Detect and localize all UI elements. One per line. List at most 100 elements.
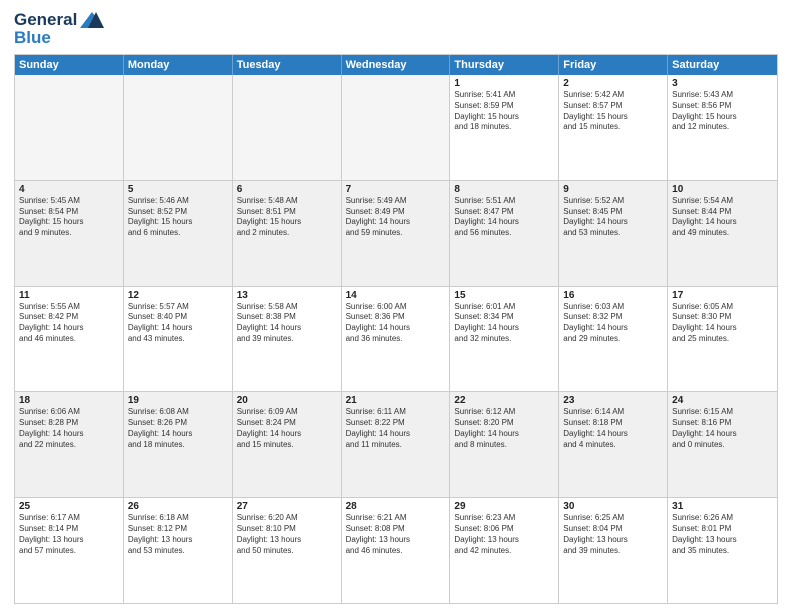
logo-general-text: General bbox=[14, 10, 77, 30]
day-number: 3 bbox=[672, 78, 773, 89]
cell-info: Sunrise: 6:18 AM Sunset: 8:12 PM Dayligh… bbox=[128, 513, 228, 556]
day-number: 29 bbox=[454, 501, 554, 512]
calendar-cell-empty-0-0 bbox=[15, 75, 124, 180]
day-number: 1 bbox=[454, 78, 554, 89]
calendar-header-cell-sunday: Sunday bbox=[15, 55, 124, 75]
calendar-cell-9: 9Sunrise: 5:52 AM Sunset: 8:45 PM Daylig… bbox=[559, 181, 668, 286]
cell-info: Sunrise: 6:09 AM Sunset: 8:24 PM Dayligh… bbox=[237, 407, 337, 450]
calendar-header-cell-tuesday: Tuesday bbox=[233, 55, 342, 75]
cell-info: Sunrise: 6:20 AM Sunset: 8:10 PM Dayligh… bbox=[237, 513, 337, 556]
day-number: 15 bbox=[454, 290, 554, 301]
day-number: 17 bbox=[672, 290, 773, 301]
calendar-cell-26: 26Sunrise: 6:18 AM Sunset: 8:12 PM Dayli… bbox=[124, 498, 233, 603]
day-number: 9 bbox=[563, 184, 663, 195]
day-number: 5 bbox=[128, 184, 228, 195]
cell-info: Sunrise: 5:54 AM Sunset: 8:44 PM Dayligh… bbox=[672, 196, 773, 239]
cell-info: Sunrise: 6:01 AM Sunset: 8:34 PM Dayligh… bbox=[454, 302, 554, 345]
day-number: 11 bbox=[19, 290, 119, 301]
calendar-cell-20: 20Sunrise: 6:09 AM Sunset: 8:24 PM Dayli… bbox=[233, 392, 342, 497]
day-number: 18 bbox=[19, 395, 119, 406]
calendar-header-cell-thursday: Thursday bbox=[450, 55, 559, 75]
day-number: 8 bbox=[454, 184, 554, 195]
cell-info: Sunrise: 5:46 AM Sunset: 8:52 PM Dayligh… bbox=[128, 196, 228, 239]
calendar-cell-21: 21Sunrise: 6:11 AM Sunset: 8:22 PM Dayli… bbox=[342, 392, 451, 497]
day-number: 19 bbox=[128, 395, 228, 406]
day-number: 7 bbox=[346, 184, 446, 195]
day-number: 23 bbox=[563, 395, 663, 406]
calendar-cell-empty-0-1 bbox=[124, 75, 233, 180]
calendar-row-3: 11Sunrise: 5:55 AM Sunset: 8:42 PM Dayli… bbox=[15, 287, 777, 393]
calendar-cell-15: 15Sunrise: 6:01 AM Sunset: 8:34 PM Dayli… bbox=[450, 287, 559, 392]
day-number: 21 bbox=[346, 395, 446, 406]
day-number: 14 bbox=[346, 290, 446, 301]
calendar-cell-14: 14Sunrise: 6:00 AM Sunset: 8:36 PM Dayli… bbox=[342, 287, 451, 392]
calendar-row-1: 1Sunrise: 5:41 AM Sunset: 8:59 PM Daylig… bbox=[15, 75, 777, 181]
cell-info: Sunrise: 5:41 AM Sunset: 8:59 PM Dayligh… bbox=[454, 90, 554, 133]
calendar-cell-11: 11Sunrise: 5:55 AM Sunset: 8:42 PM Dayli… bbox=[15, 287, 124, 392]
day-number: 28 bbox=[346, 501, 446, 512]
day-number: 16 bbox=[563, 290, 663, 301]
calendar-cell-19: 19Sunrise: 6:08 AM Sunset: 8:26 PM Dayli… bbox=[124, 392, 233, 497]
day-number: 24 bbox=[672, 395, 773, 406]
cell-info: Sunrise: 6:00 AM Sunset: 8:36 PM Dayligh… bbox=[346, 302, 446, 345]
cell-info: Sunrise: 5:57 AM Sunset: 8:40 PM Dayligh… bbox=[128, 302, 228, 345]
day-number: 22 bbox=[454, 395, 554, 406]
calendar-cell-30: 30Sunrise: 6:25 AM Sunset: 8:04 PM Dayli… bbox=[559, 498, 668, 603]
day-number: 10 bbox=[672, 184, 773, 195]
cell-info: Sunrise: 6:03 AM Sunset: 8:32 PM Dayligh… bbox=[563, 302, 663, 345]
cell-info: Sunrise: 6:06 AM Sunset: 8:28 PM Dayligh… bbox=[19, 407, 119, 450]
calendar-cell-13: 13Sunrise: 5:58 AM Sunset: 8:38 PM Dayli… bbox=[233, 287, 342, 392]
cell-info: Sunrise: 5:48 AM Sunset: 8:51 PM Dayligh… bbox=[237, 196, 337, 239]
calendar-cell-22: 22Sunrise: 6:12 AM Sunset: 8:20 PM Dayli… bbox=[450, 392, 559, 497]
cell-info: Sunrise: 5:58 AM Sunset: 8:38 PM Dayligh… bbox=[237, 302, 337, 345]
calendar-cell-29: 29Sunrise: 6:23 AM Sunset: 8:06 PM Dayli… bbox=[450, 498, 559, 603]
logo-icon bbox=[78, 10, 106, 30]
calendar-cell-1: 1Sunrise: 5:41 AM Sunset: 8:59 PM Daylig… bbox=[450, 75, 559, 180]
day-number: 20 bbox=[237, 395, 337, 406]
calendar-header-cell-monday: Monday bbox=[124, 55, 233, 75]
cell-info: Sunrise: 6:08 AM Sunset: 8:26 PM Dayligh… bbox=[128, 407, 228, 450]
calendar-cell-8: 8Sunrise: 5:51 AM Sunset: 8:47 PM Daylig… bbox=[450, 181, 559, 286]
calendar-cell-3: 3Sunrise: 5:43 AM Sunset: 8:56 PM Daylig… bbox=[668, 75, 777, 180]
calendar-cell-6: 6Sunrise: 5:48 AM Sunset: 8:51 PM Daylig… bbox=[233, 181, 342, 286]
calendar-cell-7: 7Sunrise: 5:49 AM Sunset: 8:49 PM Daylig… bbox=[342, 181, 451, 286]
calendar-cell-23: 23Sunrise: 6:14 AM Sunset: 8:18 PM Dayli… bbox=[559, 392, 668, 497]
day-number: 31 bbox=[672, 501, 773, 512]
cell-info: Sunrise: 6:11 AM Sunset: 8:22 PM Dayligh… bbox=[346, 407, 446, 450]
logo: General Blue bbox=[14, 10, 106, 48]
cell-info: Sunrise: 6:21 AM Sunset: 8:08 PM Dayligh… bbox=[346, 513, 446, 556]
day-number: 13 bbox=[237, 290, 337, 301]
cell-info: Sunrise: 5:55 AM Sunset: 8:42 PM Dayligh… bbox=[19, 302, 119, 345]
calendar-body: 1Sunrise: 5:41 AM Sunset: 8:59 PM Daylig… bbox=[15, 75, 777, 603]
calendar-cell-5: 5Sunrise: 5:46 AM Sunset: 8:52 PM Daylig… bbox=[124, 181, 233, 286]
calendar-header-cell-wednesday: Wednesday bbox=[342, 55, 451, 75]
calendar-cell-4: 4Sunrise: 5:45 AM Sunset: 8:54 PM Daylig… bbox=[15, 181, 124, 286]
cell-info: Sunrise: 6:12 AM Sunset: 8:20 PM Dayligh… bbox=[454, 407, 554, 450]
day-number: 27 bbox=[237, 501, 337, 512]
calendar-row-2: 4Sunrise: 5:45 AM Sunset: 8:54 PM Daylig… bbox=[15, 181, 777, 287]
cell-info: Sunrise: 6:25 AM Sunset: 8:04 PM Dayligh… bbox=[563, 513, 663, 556]
day-number: 26 bbox=[128, 501, 228, 512]
calendar-cell-31: 31Sunrise: 6:26 AM Sunset: 8:01 PM Dayli… bbox=[668, 498, 777, 603]
cell-info: Sunrise: 6:23 AM Sunset: 8:06 PM Dayligh… bbox=[454, 513, 554, 556]
cell-info: Sunrise: 6:15 AM Sunset: 8:16 PM Dayligh… bbox=[672, 407, 773, 450]
calendar-header: SundayMondayTuesdayWednesdayThursdayFrid… bbox=[15, 55, 777, 75]
calendar-cell-25: 25Sunrise: 6:17 AM Sunset: 8:14 PM Dayli… bbox=[15, 498, 124, 603]
calendar-row-5: 25Sunrise: 6:17 AM Sunset: 8:14 PM Dayli… bbox=[15, 498, 777, 603]
logo-blue-text: Blue bbox=[14, 28, 51, 48]
header: General Blue bbox=[14, 10, 778, 48]
day-number: 12 bbox=[128, 290, 228, 301]
calendar-cell-28: 28Sunrise: 6:21 AM Sunset: 8:08 PM Dayli… bbox=[342, 498, 451, 603]
calendar-cell-17: 17Sunrise: 6:05 AM Sunset: 8:30 PM Dayli… bbox=[668, 287, 777, 392]
calendar-row-4: 18Sunrise: 6:06 AM Sunset: 8:28 PM Dayli… bbox=[15, 392, 777, 498]
page: General Blue SundayMondayTuesdayWednesda… bbox=[0, 0, 792, 612]
calendar-cell-2: 2Sunrise: 5:42 AM Sunset: 8:57 PM Daylig… bbox=[559, 75, 668, 180]
cell-info: Sunrise: 6:05 AM Sunset: 8:30 PM Dayligh… bbox=[672, 302, 773, 345]
day-number: 4 bbox=[19, 184, 119, 195]
day-number: 25 bbox=[19, 501, 119, 512]
cell-info: Sunrise: 5:51 AM Sunset: 8:47 PM Dayligh… bbox=[454, 196, 554, 239]
calendar-cell-10: 10Sunrise: 5:54 AM Sunset: 8:44 PM Dayli… bbox=[668, 181, 777, 286]
calendar-header-cell-friday: Friday bbox=[559, 55, 668, 75]
cell-info: Sunrise: 5:49 AM Sunset: 8:49 PM Dayligh… bbox=[346, 196, 446, 239]
calendar-cell-27: 27Sunrise: 6:20 AM Sunset: 8:10 PM Dayli… bbox=[233, 498, 342, 603]
